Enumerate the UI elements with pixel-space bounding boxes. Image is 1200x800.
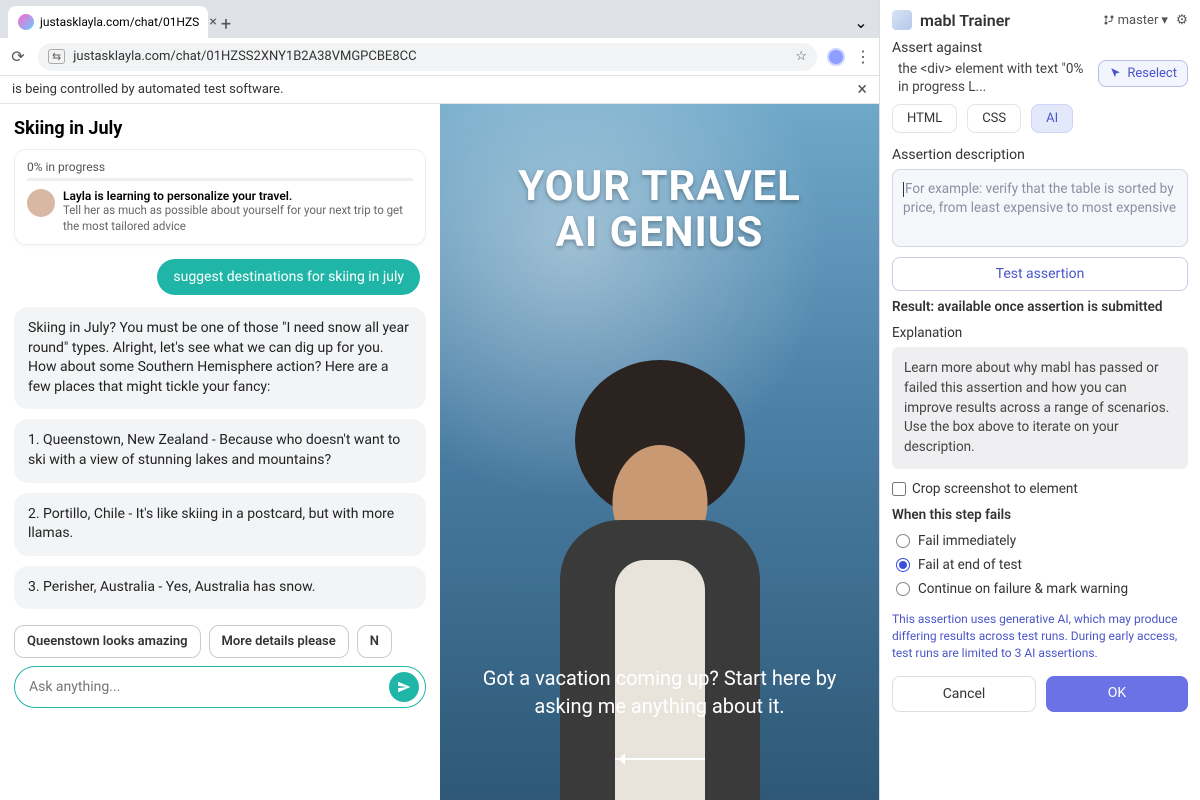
tab-html[interactable]: HTML: [892, 104, 957, 133]
chat-column: Skiing in July 0% in progress Layla is l…: [0, 104, 440, 800]
footer-buttons: Cancel OK: [892, 676, 1188, 712]
assertion-desc-label: Assertion description: [892, 147, 1188, 163]
pointer-icon: [1109, 67, 1122, 80]
assert-against-label: Assert against: [892, 40, 1188, 56]
ask-input-wrap: [14, 666, 426, 708]
hero-illustration: [510, 370, 810, 800]
learning-sub: Tell her as much as possible about yours…: [63, 203, 413, 234]
arrow-left-icon[interactable]: [615, 758, 705, 760]
hero-title: YOUR TRAVELAI GENIUS: [518, 164, 801, 256]
gear-icon[interactable]: ⚙: [1176, 12, 1188, 28]
bookmark-icon[interactable]: ☆: [795, 49, 807, 64]
assistant-bubble: Skiing in July? You must be one of those…: [14, 307, 426, 409]
result-text: Result: available once assertion is subm…: [892, 299, 1188, 315]
browser-tabbar: justasklayla.com/chat/01HZS × + ⌄: [0, 0, 879, 38]
branch-selector[interactable]: master ▾: [1103, 13, 1168, 28]
trainer-header: mabl Trainer master ▾ ⚙: [892, 10, 1188, 30]
tab-overflow-button[interactable]: ⌄: [851, 6, 871, 38]
suggestion-chip[interactable]: Queenstown looks amazing: [14, 625, 201, 658]
ai-footnote: This assertion uses generative AI, which…: [892, 611, 1188, 661]
site-info-icon[interactable]: ⇆: [48, 49, 65, 64]
learning-title: Layla is learning to personalize your tr…: [63, 189, 413, 203]
browser-menu-icon[interactable]: ⋮: [855, 47, 871, 66]
assistant-bubble: 2. Portillo, Chile - It's like skiing in…: [14, 493, 426, 556]
page-content: Skiing in July 0% in progress Layla is l…: [0, 104, 879, 800]
chevron-down-icon: ▾: [1161, 13, 1168, 28]
test-assertion-button[interactable]: Test assertion: [892, 257, 1188, 291]
cancel-button[interactable]: Cancel: [892, 676, 1036, 712]
suggestion-chip[interactable]: More details please: [209, 625, 349, 658]
new-tab-button[interactable]: +: [212, 10, 240, 38]
tab-title: justasklayla.com/chat/01HZS: [40, 15, 199, 29]
browser-tab[interactable]: justasklayla.com/chat/01HZS ×: [8, 6, 208, 38]
progress-label: 0% in progress: [27, 160, 413, 174]
when-fails-label: When this step fails: [892, 507, 1188, 523]
assertion-type-tabs: HTML CSS AI: [892, 104, 1188, 133]
send-button[interactable]: [389, 672, 419, 702]
url-text: justasklayla.com/chat/01HZSS2XNY1B2A38VM…: [73, 49, 416, 64]
automation-text: is being controlled by automated test so…: [12, 82, 284, 97]
radio-icon: [896, 582, 910, 596]
trainer-panel: mabl Trainer master ▾ ⚙ Assert against t…: [880, 0, 1200, 800]
user-message-chip: suggest destinations for skiing in july: [157, 259, 420, 295]
suggestion-chip[interactable]: N: [357, 625, 392, 658]
avatar: [27, 189, 55, 217]
fail-option[interactable]: Fail at end of test: [896, 557, 1188, 573]
reload-icon[interactable]: ⟳: [8, 47, 28, 66]
trainer-brand: mabl Trainer: [920, 11, 1095, 30]
crop-checkbox[interactable]: [892, 482, 906, 496]
progress-bar: [27, 178, 413, 181]
address-bar: ⟳ ⇆ justasklayla.com/chat/01HZSS2XNY1B2A…: [0, 38, 879, 76]
hero-panel: YOUR TRAVELAI GENIUS Got a vacation comi…: [440, 104, 879, 800]
radio-icon: [896, 558, 910, 572]
tab-ai[interactable]: AI: [1031, 104, 1073, 133]
profile-avatar-icon[interactable]: [827, 48, 845, 66]
chat-title: Skiing in July: [14, 118, 426, 139]
send-icon: [397, 680, 411, 694]
fail-option[interactable]: Fail immediately: [896, 533, 1188, 549]
ok-button[interactable]: OK: [1046, 676, 1188, 712]
close-banner-icon[interactable]: ×: [857, 79, 867, 100]
tab-css[interactable]: CSS: [967, 104, 1021, 133]
explanation-box: Learn more about why mabl has passed or …: [892, 347, 1188, 469]
assert-target-text: the <div> element with text "0% in progr…: [892, 60, 1092, 96]
radio-icon: [896, 534, 910, 548]
hero-subtitle: Got a vacation coming up? Start here by …: [440, 664, 879, 720]
browser-window: justasklayla.com/chat/01HZS × + ⌄ ⟳ ⇆ ju…: [0, 0, 880, 800]
crop-label: Crop screenshot to element: [912, 481, 1078, 497]
assistant-bubble: 1. Queenstown, New Zealand - Because who…: [14, 419, 426, 482]
reselect-button[interactable]: Reselect: [1098, 60, 1188, 87]
branch-icon: [1103, 14, 1115, 26]
assistant-bubble: 3. Perisher, Australia - Yes, Australia …: [14, 566, 426, 610]
ask-input[interactable]: [29, 679, 389, 695]
learning-card: 0% in progress Layla is learning to pers…: [14, 149, 426, 245]
crop-checkbox-row[interactable]: Crop screenshot to element: [892, 481, 1188, 497]
explanation-label: Explanation: [892, 325, 1188, 341]
assertion-desc-input[interactable]: For example: verify that the table is so…: [892, 169, 1188, 247]
fail-option[interactable]: Continue on failure & mark warning: [896, 581, 1188, 597]
url-input[interactable]: ⇆ justasklayla.com/chat/01HZSS2XNY1B2A38…: [38, 43, 817, 71]
mabl-logo-icon: [892, 10, 912, 30]
automation-banner: is being controlled by automated test so…: [0, 76, 879, 104]
suggestion-row: Queenstown looks amazing More details pl…: [14, 625, 426, 658]
favicon-icon: [18, 14, 34, 30]
